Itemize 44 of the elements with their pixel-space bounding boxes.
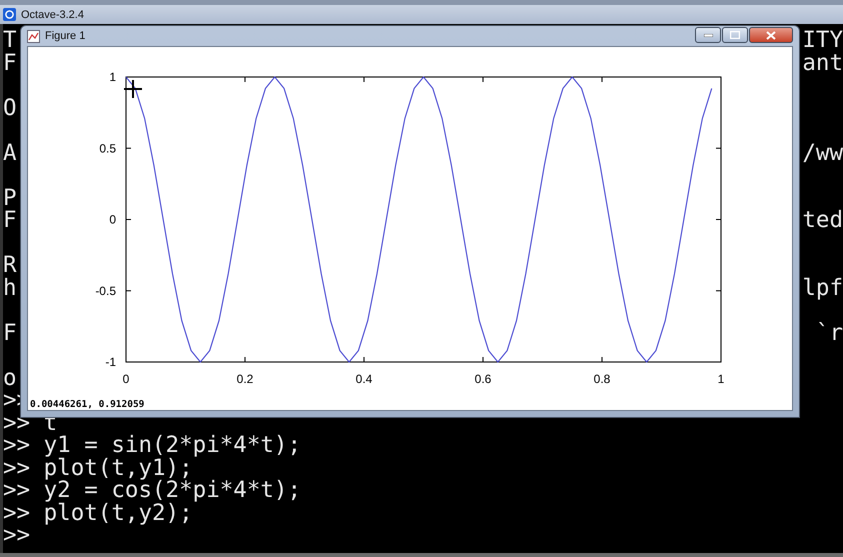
console-line: o bbox=[3, 366, 17, 389]
console-line: >> y1 = sin(2*pi*4*t); bbox=[3, 434, 302, 456]
window-title: Figure 1 bbox=[45, 30, 86, 42]
figure-icon bbox=[27, 30, 40, 42]
x-tick-label: 0.8 bbox=[594, 372, 610, 386]
console-line: >> plot(t,y1); bbox=[3, 456, 193, 479]
x-tick-label: 0.6 bbox=[474, 372, 492, 386]
console-line: A bbox=[3, 142, 17, 164]
console-line: >> plot(t,y2); bbox=[3, 502, 193, 524]
crosshair-cursor-icon bbox=[124, 80, 142, 98]
y-tick-label: -1 bbox=[105, 355, 116, 369]
cursor-coordinates: 0.00446261, 0.912059 bbox=[29, 399, 144, 410]
console-line-fragment: lpf bbox=[802, 276, 843, 299]
maximize-button[interactable] bbox=[722, 27, 748, 43]
x-tick-label: 0.2 bbox=[236, 372, 254, 386]
y-tick-label: 0.5 bbox=[99, 141, 116, 156]
console-line: >> y2 = cos(2*pi*4*t); bbox=[3, 479, 302, 502]
console-line-fragment: ITY bbox=[802, 29, 843, 52]
octave-app-icon bbox=[3, 8, 16, 21]
console-line: h bbox=[3, 276, 17, 299]
maximize-icon bbox=[730, 31, 740, 39]
console-line-fragment: /ww bbox=[802, 142, 843, 164]
console-line: R bbox=[3, 254, 17, 276]
console-line-fragment: ant bbox=[802, 52, 843, 74]
console-line: P bbox=[3, 186, 17, 209]
y-tick-label: 1 bbox=[109, 70, 116, 84]
console-line: T bbox=[3, 29, 17, 52]
console-line: F bbox=[3, 52, 17, 74]
minimize-icon bbox=[704, 34, 712, 36]
minimize-button[interactable] bbox=[695, 27, 721, 43]
close-icon bbox=[766, 30, 776, 40]
y-tick-label: -0.5 bbox=[95, 284, 116, 298]
y-tick-label: 0 bbox=[109, 212, 116, 226]
console-line-fragment: ted bbox=[802, 209, 843, 232]
console-line: F bbox=[3, 322, 17, 344]
console-line: O bbox=[3, 96, 17, 119]
console-line: F bbox=[3, 209, 17, 232]
x-tick-label: 0 bbox=[122, 372, 130, 386]
console-line: >> bbox=[3, 524, 30, 546]
x-tick-label: 1 bbox=[718, 372, 724, 386]
window-title: Octave-3.2.4 bbox=[21, 8, 84, 20]
x-tick-label: 0.4 bbox=[356, 372, 372, 386]
close-button[interactable] bbox=[749, 27, 793, 43]
console-line-fragment: `r bbox=[816, 322, 843, 344]
